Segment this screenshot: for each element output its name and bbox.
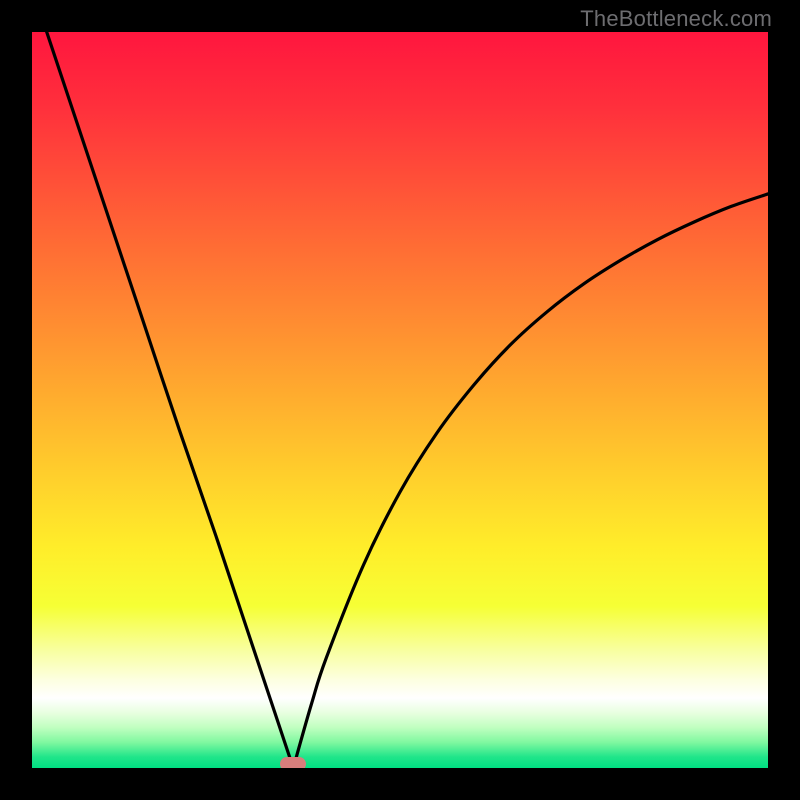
watermark-text: TheBottleneck.com <box>580 6 772 32</box>
optimum-marker <box>280 757 306 768</box>
bottleneck-curve <box>32 32 768 768</box>
chart-stage: TheBottleneck.com <box>0 0 800 800</box>
plot-area <box>32 32 768 768</box>
